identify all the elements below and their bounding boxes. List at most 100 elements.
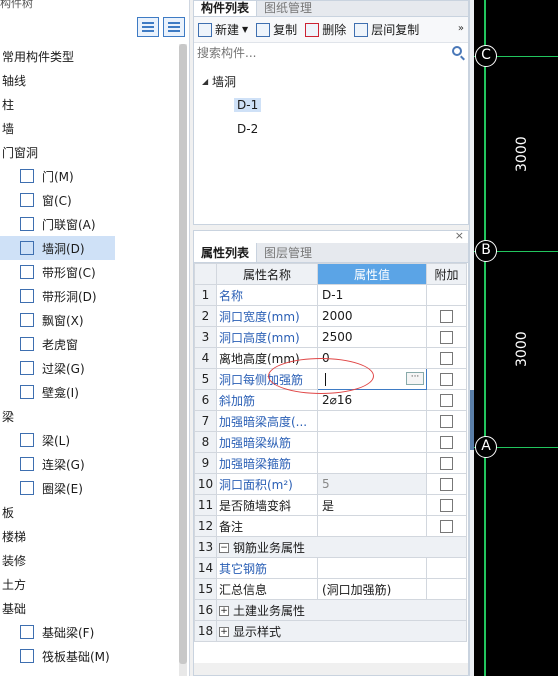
- property-value[interactable]: [317, 431, 427, 453]
- property-value[interactable]: 是: [317, 494, 427, 516]
- detail-view-icon[interactable]: [163, 17, 185, 37]
- extra-checkbox[interactable]: [440, 310, 453, 323]
- extra-checkbox[interactable]: [440, 478, 453, 491]
- tree-category[interactable]: 梁: [0, 404, 178, 428]
- property-value[interactable]: [317, 410, 427, 432]
- component-item-d2[interactable]: D-2: [234, 122, 261, 136]
- delete-button[interactable]: 删除: [305, 21, 346, 38]
- component-item-d1[interactable]: D-1: [234, 98, 262, 112]
- tab-layer-manager[interactable]: 图层管理: [257, 243, 319, 262]
- table-row[interactable]: 13− 钢筋业务属性: [194, 536, 467, 558]
- extra-checkbox[interactable]: [440, 415, 453, 428]
- table-row[interactable]: 16 + 土建业务属性: [194, 599, 467, 621]
- table-row[interactable]: 3 洞口高度(mm) 2500: [194, 326, 467, 348]
- tree-item[interactable]: 圈梁(E): [0, 476, 178, 500]
- table-row[interactable]: 15 汇总信息 (洞口加强筋): [194, 578, 467, 600]
- copy-button[interactable]: 复制: [256, 21, 297, 38]
- floor-copy-button[interactable]: 层间复制: [354, 21, 419, 38]
- ellipsis-button[interactable]: ···: [406, 372, 424, 385]
- property-value[interactable]: 2000: [317, 305, 427, 327]
- table-row[interactable]: 7 加强暗梁高度(...: [194, 410, 467, 432]
- property-value[interactable]: ···: [317, 368, 427, 390]
- expand-icon[interactable]: +: [219, 627, 229, 637]
- extra-checkbox[interactable]: [440, 499, 453, 512]
- extra-checkbox[interactable]: [440, 520, 453, 533]
- table-row[interactable]: 2 洞口宽度(mm) 2000: [194, 305, 467, 327]
- table-row[interactable]: 4 离地高度(mm) 0: [194, 347, 467, 369]
- tree-category[interactable]: 常用构件类型: [0, 44, 178, 68]
- table-row[interactable]: 10 洞口面积(m²) 5: [194, 473, 467, 495]
- scrollbar[interactable]: [179, 44, 187, 676]
- table-row[interactable]: 12 备注: [194, 515, 467, 537]
- property-group[interactable]: + 显示样式: [216, 620, 467, 642]
- tab-drawing-manager[interactable]: 图纸管理: [257, 1, 319, 16]
- tree-category[interactable]: 土方: [0, 572, 178, 596]
- tree-category[interactable]: 装修: [0, 548, 178, 572]
- property-value[interactable]: 0: [317, 347, 427, 369]
- collapse-icon[interactable]: −: [219, 543, 229, 553]
- tree-item[interactable]: 过梁(G): [0, 356, 178, 380]
- scrollbar-thumb[interactable]: [179, 44, 187, 664]
- tree-item[interactable]: 门(M): [0, 164, 178, 188]
- table-row[interactable]: 8 加强暗梁纵筋: [194, 431, 467, 453]
- extra-checkbox[interactable]: [440, 394, 453, 407]
- tree-item[interactable]: 壁龛(I): [0, 380, 178, 404]
- property-value[interactable]: 2⌀16: [317, 389, 427, 411]
- extra-checkbox[interactable]: [440, 352, 453, 365]
- new-button[interactable]: 新建 ▼: [198, 21, 248, 38]
- tree-category[interactable]: 基础: [0, 596, 178, 620]
- property-group[interactable]: − 钢筋业务属性: [216, 536, 467, 558]
- tree-category[interactable]: 墙: [0, 116, 178, 140]
- table-row[interactable]: 9 加强暗梁箍筋: [194, 452, 467, 474]
- tree-item[interactable]: 墙洞(D): [0, 236, 115, 260]
- property-value[interactable]: (洞口加强筋): [317, 578, 427, 600]
- extra-checkbox[interactable]: [440, 373, 453, 386]
- tree-item[interactable]: 门联窗(A): [0, 212, 178, 236]
- tree-category[interactable]: 柱: [0, 92, 178, 116]
- table-row[interactable]: 5 洞口每侧加强筋 ···: [194, 368, 467, 390]
- expand-icon[interactable]: +: [219, 606, 229, 616]
- collapse-caret-icon[interactable]: ◢: [202, 77, 212, 86]
- tab-property-list[interactable]: 属性列表: [194, 243, 258, 262]
- tree-item[interactable]: 带形洞(D): [0, 284, 178, 308]
- property-value[interactable]: 5: [317, 473, 427, 495]
- dropdown-arrow-icon[interactable]: ▼: [242, 25, 248, 34]
- table-row[interactable]: 14 其它钢筋: [194, 557, 467, 579]
- close-icon[interactable]: ×: [455, 231, 464, 242]
- property-value[interactable]: [317, 557, 427, 579]
- tree-category[interactable]: 门窗洞: [0, 140, 178, 164]
- table-row[interactable]: 18 + 显示样式: [194, 620, 467, 642]
- tree-item[interactable]: 窗(C): [0, 188, 178, 212]
- extra-checkbox[interactable]: [440, 457, 453, 470]
- search-icon[interactable]: [452, 46, 462, 56]
- tree-item[interactable]: 连梁(G): [0, 452, 178, 476]
- tree-category[interactable]: 轴线: [0, 68, 178, 92]
- tree-item[interactable]: 梁(L): [0, 428, 178, 452]
- tree-category[interactable]: 板: [0, 500, 178, 524]
- property-value[interactable]: [317, 515, 427, 537]
- axis-label-a[interactable]: A: [475, 436, 497, 458]
- property-value[interactable]: [317, 452, 427, 474]
- axis-label-b[interactable]: B: [475, 240, 497, 262]
- tree-root[interactable]: ◢ 墙洞: [194, 69, 468, 93]
- search-input[interactable]: [194, 43, 468, 63]
- list-view-icon[interactable]: [137, 17, 159, 37]
- property-value[interactable]: D-1: [317, 284, 427, 306]
- table-row[interactable]: 6 斜加筋 2⌀16: [194, 389, 467, 411]
- drawing-canvas[interactable]: C B A 3000 3000: [474, 0, 558, 676]
- tree-item[interactable]: 基础梁(F): [0, 620, 178, 644]
- extra-checkbox[interactable]: [440, 436, 453, 449]
- tree-category[interactable]: 楼梯: [0, 524, 178, 548]
- more-tools-icon[interactable]: »: [458, 23, 464, 34]
- tree-item[interactable]: 带形窗(C): [0, 260, 178, 284]
- property-group[interactable]: + 土建业务属性: [216, 599, 467, 621]
- table-row[interactable]: 1 名称 D-1: [194, 284, 467, 306]
- tree-item[interactable]: 飘窗(X): [0, 308, 178, 332]
- property-value[interactable]: 2500: [317, 326, 427, 348]
- axis-label-c[interactable]: C: [475, 45, 497, 67]
- extra-checkbox[interactable]: [440, 331, 453, 344]
- tree-item[interactable]: 老虎窗: [0, 332, 178, 356]
- tree-item[interactable]: 筏板基础(M): [0, 644, 178, 668]
- tab-component-list[interactable]: 构件列表: [194, 1, 258, 16]
- table-row[interactable]: 11 是否随墙变斜是: [194, 494, 467, 516]
